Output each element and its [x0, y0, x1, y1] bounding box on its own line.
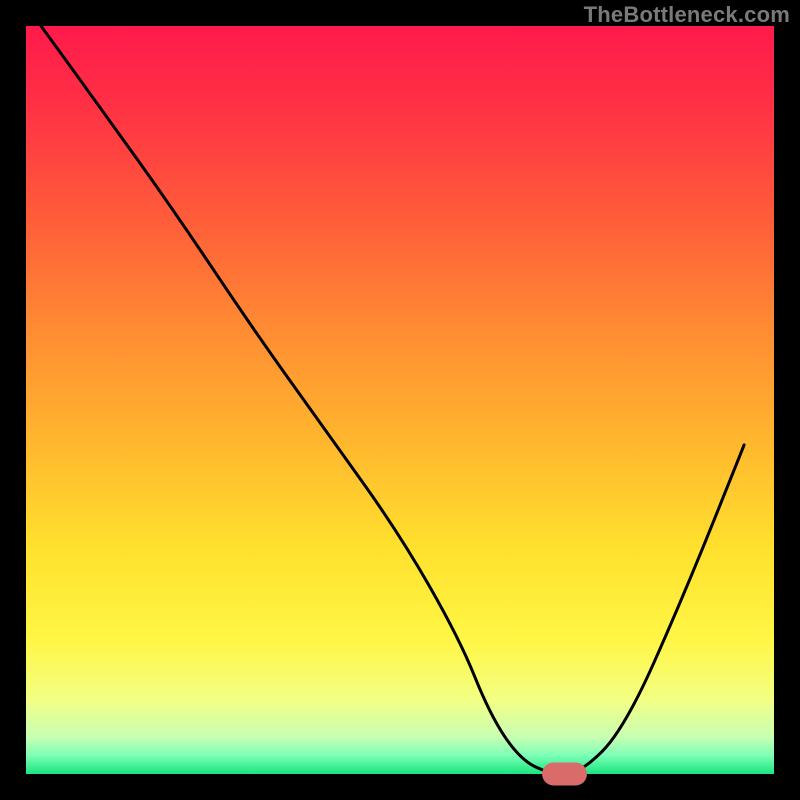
frame-bottom [0, 774, 800, 800]
bottleneck-chart: TheBottleneck.com [0, 0, 800, 800]
watermark-text: TheBottleneck.com [584, 2, 790, 28]
chart-canvas [0, 0, 800, 800]
frame-right [774, 0, 800, 800]
frame-left [0, 0, 26, 800]
plot-background-gradient [26, 26, 774, 774]
optimal-marker [542, 763, 587, 786]
